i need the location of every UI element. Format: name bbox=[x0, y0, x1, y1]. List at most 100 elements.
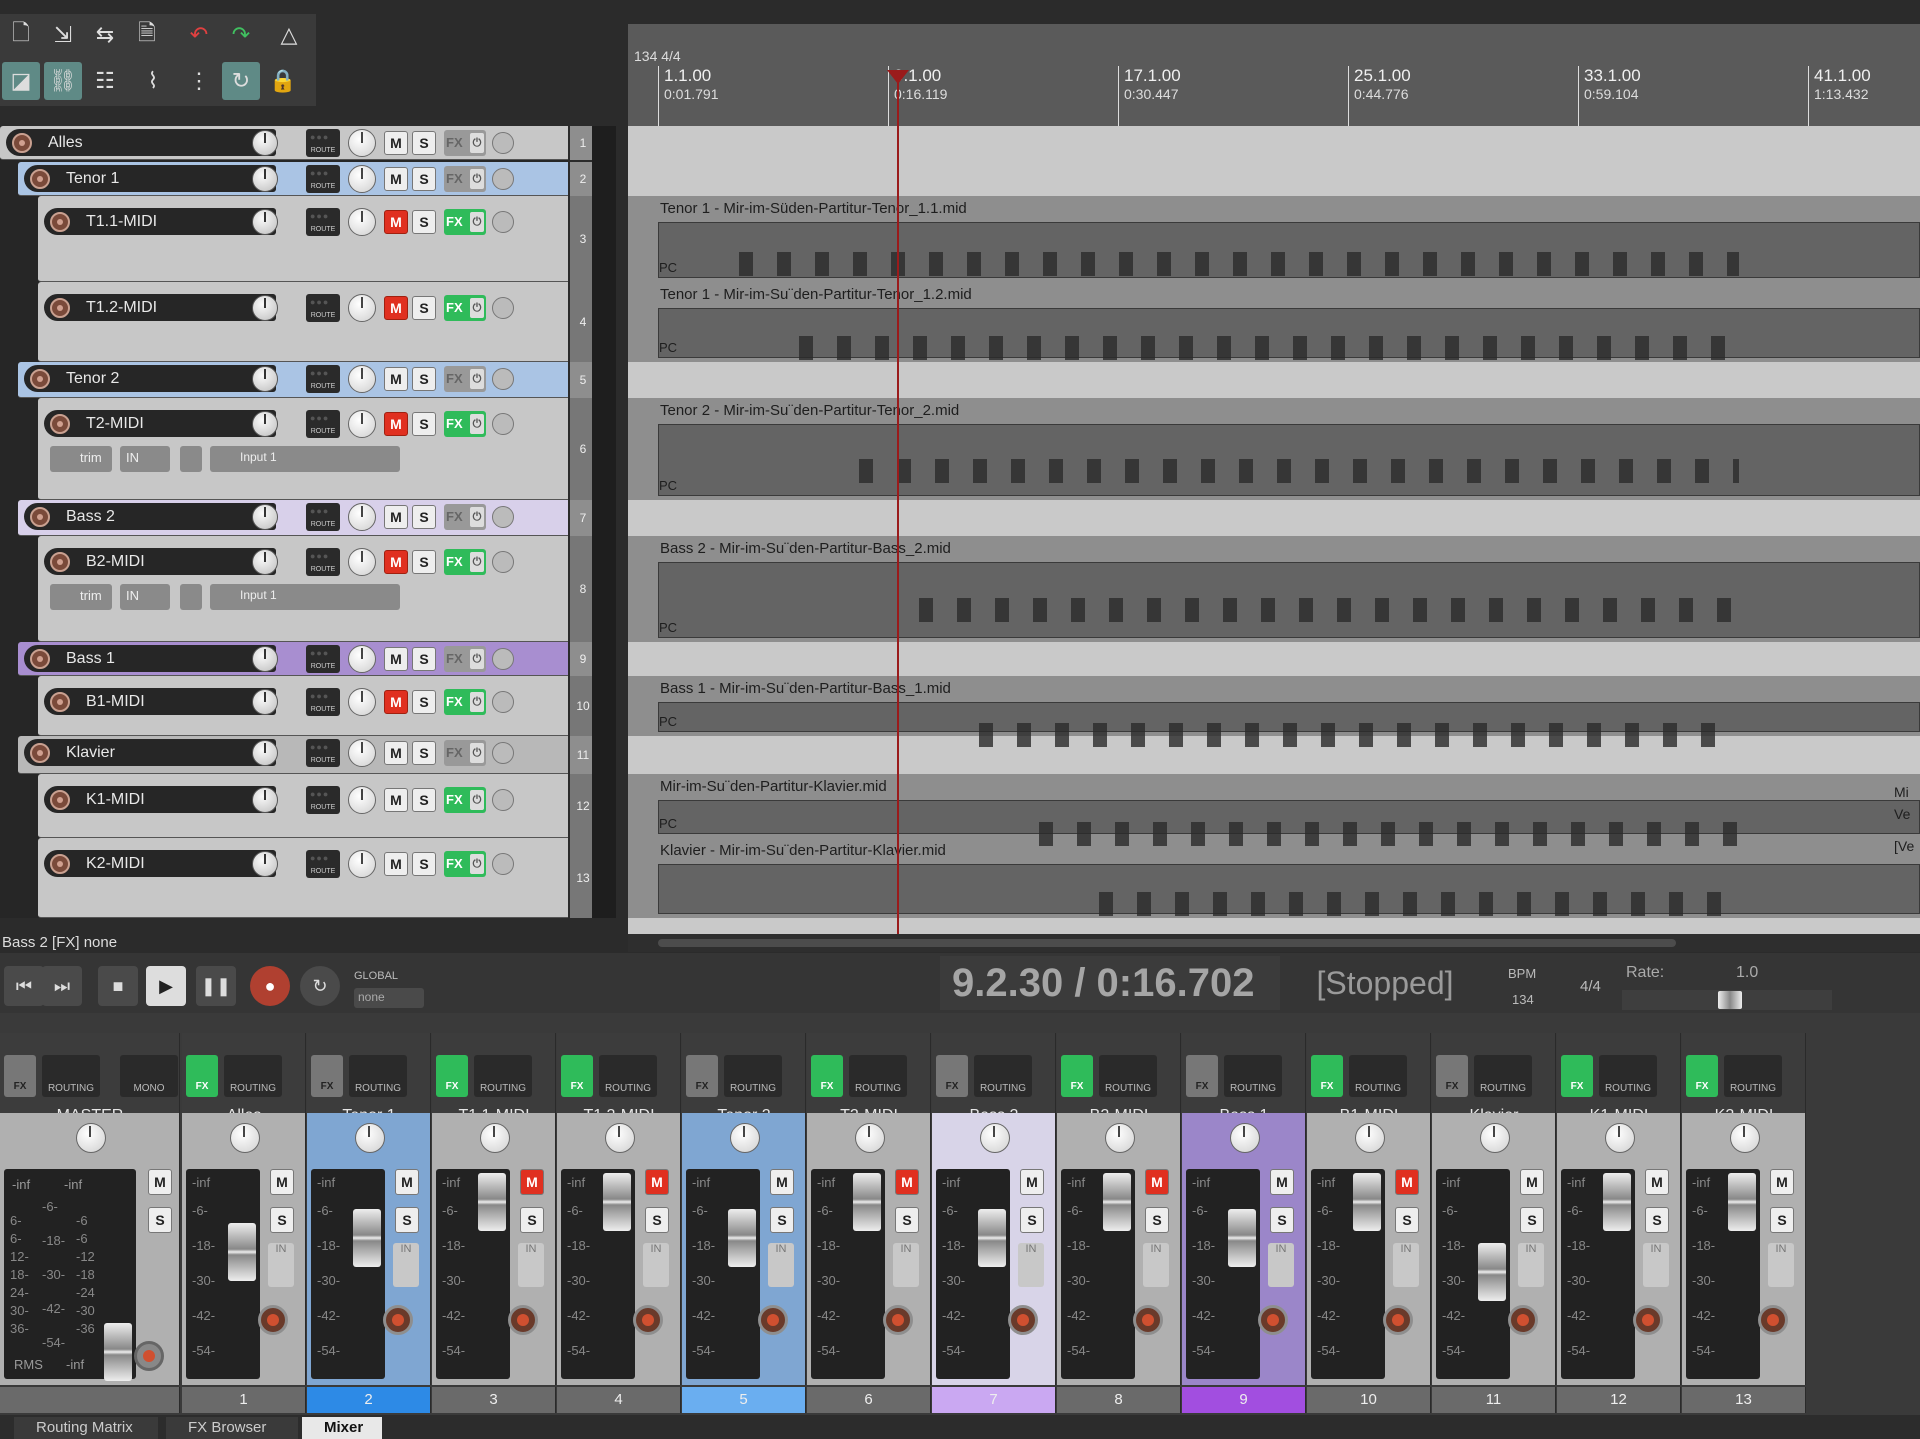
solo-button[interactable]: S bbox=[412, 788, 436, 812]
new-project-icon[interactable]: 🗋 bbox=[2, 16, 40, 54]
strip-number[interactable]: 1 bbox=[182, 1387, 306, 1413]
route-button[interactable]: ROUTE bbox=[306, 645, 340, 673]
route-button[interactable]: ROUTE bbox=[306, 786, 340, 814]
strip-routing-button[interactable]: ROUTING bbox=[724, 1055, 782, 1097]
volume-fader[interactable] bbox=[104, 1323, 132, 1381]
strip-solo-button[interactable]: S bbox=[1395, 1207, 1419, 1233]
strip-number[interactable] bbox=[0, 1387, 180, 1413]
volume-fader[interactable] bbox=[478, 1173, 506, 1231]
record-arm-icon[interactable] bbox=[50, 692, 70, 712]
route-button[interactable]: ROUTE bbox=[306, 410, 340, 438]
route-button[interactable]: ROUTE bbox=[306, 548, 340, 576]
go-to-end-icon[interactable]: ⏭ bbox=[42, 966, 82, 1006]
input-monitor-button[interactable]: IN bbox=[643, 1243, 669, 1287]
strip-record-arm-icon[interactable] bbox=[1383, 1305, 1413, 1335]
strip-fx-button[interactable]: FX bbox=[1186, 1055, 1218, 1097]
strip-record-arm-icon[interactable] bbox=[758, 1305, 788, 1335]
fx-button[interactable]: FX ⏻ bbox=[444, 366, 486, 392]
track-name[interactable]: Klavier bbox=[24, 739, 276, 766]
phase-icon[interactable] bbox=[492, 297, 514, 319]
route-button[interactable]: ROUTE bbox=[306, 208, 340, 236]
strip-pan-knob[interactable] bbox=[355, 1123, 385, 1153]
phase-icon[interactable] bbox=[492, 368, 514, 390]
route-button[interactable]: ROUTE bbox=[306, 850, 340, 878]
mixer-strip[interactable]: FXROUTINGK2-MIDI -inf -6- -18- -30- -42- -54- M… bbox=[1682, 1013, 1806, 1415]
volume-knob[interactable] bbox=[252, 787, 278, 813]
track-row[interactable]: T1.1-MIDIROUTEMSFX⏻3 bbox=[38, 196, 596, 282]
strip-mute-button[interactable]: M bbox=[770, 1169, 794, 1195]
go-to-start-icon[interactable]: ⏮ bbox=[4, 966, 44, 1006]
tab-fx-browser[interactable]: FX Browser bbox=[166, 1417, 298, 1439]
strip-routing-button[interactable]: ROUTING bbox=[1224, 1055, 1282, 1097]
strip-pan-knob[interactable] bbox=[230, 1123, 260, 1153]
pan-knob[interactable] bbox=[348, 365, 376, 393]
volume-knob[interactable] bbox=[252, 740, 278, 766]
mute-button[interactable]: M bbox=[384, 788, 408, 812]
strip-record-arm-icon[interactable] bbox=[1633, 1305, 1663, 1335]
volume-fader[interactable] bbox=[228, 1223, 256, 1281]
mixer-strip[interactable]: FXROUTINGKlavier -inf -6- -18- -30- -42- -54- M… bbox=[1432, 1013, 1556, 1415]
strip-record-arm-icon[interactable] bbox=[383, 1305, 413, 1335]
playhead-marker-icon[interactable] bbox=[887, 70, 909, 84]
strip-routing-button[interactable]: ROUTING bbox=[974, 1055, 1032, 1097]
strip-routing-button[interactable]: ROUTING bbox=[224, 1055, 282, 1097]
phase-icon[interactable] bbox=[492, 853, 514, 875]
pan-knob[interactable] bbox=[348, 548, 376, 576]
phase-icon[interactable] bbox=[492, 551, 514, 573]
record-arm-icon[interactable] bbox=[30, 369, 50, 389]
phase-icon[interactable] bbox=[492, 648, 514, 670]
track-row[interactable]: AllesROUTEMSFX⏻1 bbox=[0, 126, 596, 160]
solo-button[interactable]: S bbox=[412, 852, 436, 876]
fx-button[interactable]: FX ⏻ bbox=[444, 166, 486, 192]
lock-icon[interactable]: 🔒 bbox=[264, 62, 302, 100]
input-monitor-button[interactable]: IN bbox=[1393, 1243, 1419, 1287]
strip-mute-button[interactable]: M bbox=[1270, 1169, 1294, 1195]
strip-solo-button[interactable]: S bbox=[270, 1207, 294, 1233]
volume-knob[interactable] bbox=[252, 166, 278, 192]
strip-fx-button[interactable]: FX bbox=[4, 1055, 36, 1097]
strip-fx-button[interactable]: FX bbox=[1436, 1055, 1468, 1097]
strip-record-arm-icon[interactable] bbox=[508, 1305, 538, 1335]
solo-button[interactable]: S bbox=[412, 131, 436, 155]
trim-button[interactable]: trim bbox=[50, 446, 112, 472]
mixer-strip[interactable]: FXROUTINGT1.2-MIDI -inf -6- -18- -30- -42- -54… bbox=[557, 1013, 681, 1415]
playhead[interactable] bbox=[897, 72, 899, 934]
strip-solo-button[interactable]: S bbox=[1270, 1207, 1294, 1233]
input-monitor-button[interactable]: IN bbox=[518, 1243, 544, 1287]
strip-routing-button[interactable]: ROUTING bbox=[42, 1055, 100, 1097]
mute-button[interactable]: M bbox=[384, 852, 408, 876]
strip-mute-button[interactable]: M bbox=[895, 1169, 919, 1195]
volume-fader[interactable] bbox=[1353, 1173, 1381, 1231]
fx-bypass-icon[interactable]: ⏻ bbox=[470, 854, 484, 874]
repeat-icon[interactable]: ↻ bbox=[300, 966, 340, 1006]
solo-button[interactable]: S bbox=[412, 367, 436, 391]
strip-pan-knob[interactable] bbox=[730, 1123, 760, 1153]
mute-button[interactable]: M bbox=[384, 296, 408, 320]
metronome-icon[interactable]: △ bbox=[270, 16, 308, 54]
mute-button[interactable]: M bbox=[384, 690, 408, 714]
strip-number[interactable]: 7 bbox=[932, 1387, 1056, 1413]
strip-fx-button[interactable]: FX bbox=[311, 1055, 343, 1097]
strip-pan-knob[interactable] bbox=[76, 1123, 106, 1153]
undo-icon[interactable]: ↶ bbox=[180, 16, 218, 54]
mixer-strip[interactable]: FXROUTINGBass 1 -inf -6- -18- -30- -42- -54- MS… bbox=[1182, 1013, 1306, 1415]
mono-button[interactable]: MONO bbox=[120, 1055, 178, 1097]
strip-number[interactable]: 12 bbox=[1557, 1387, 1681, 1413]
strip-pan-knob[interactable] bbox=[1105, 1123, 1135, 1153]
route-button[interactable]: ROUTE bbox=[306, 365, 340, 393]
track-row[interactable]: KlavierROUTEMSFX⏻11 bbox=[18, 736, 596, 774]
master-settings-icon[interactable] bbox=[134, 1341, 164, 1371]
mute-button[interactable]: M bbox=[384, 167, 408, 191]
time-display[interactable]: 9.2.30 / 0:16.702 bbox=[940, 956, 1280, 1010]
strip-pan-knob[interactable] bbox=[605, 1123, 635, 1153]
global-automation-select[interactable]: none bbox=[354, 988, 424, 1008]
pan-knob[interactable] bbox=[348, 503, 376, 531]
strip-fx-button[interactable]: FX bbox=[436, 1055, 468, 1097]
track-name[interactable]: Tenor 1 bbox=[24, 165, 276, 192]
strip-solo-button[interactable]: S bbox=[395, 1207, 419, 1233]
input-monitor-button[interactable]: IN bbox=[393, 1243, 419, 1287]
strip-pan-knob[interactable] bbox=[1230, 1123, 1260, 1153]
mixer-strip[interactable]: FXROUTINGB2-MIDI -inf -6- -18- -30- -42- -54- M… bbox=[1057, 1013, 1181, 1415]
volume-fader[interactable] bbox=[853, 1173, 881, 1231]
strip-mute-button[interactable]: M bbox=[520, 1169, 544, 1195]
